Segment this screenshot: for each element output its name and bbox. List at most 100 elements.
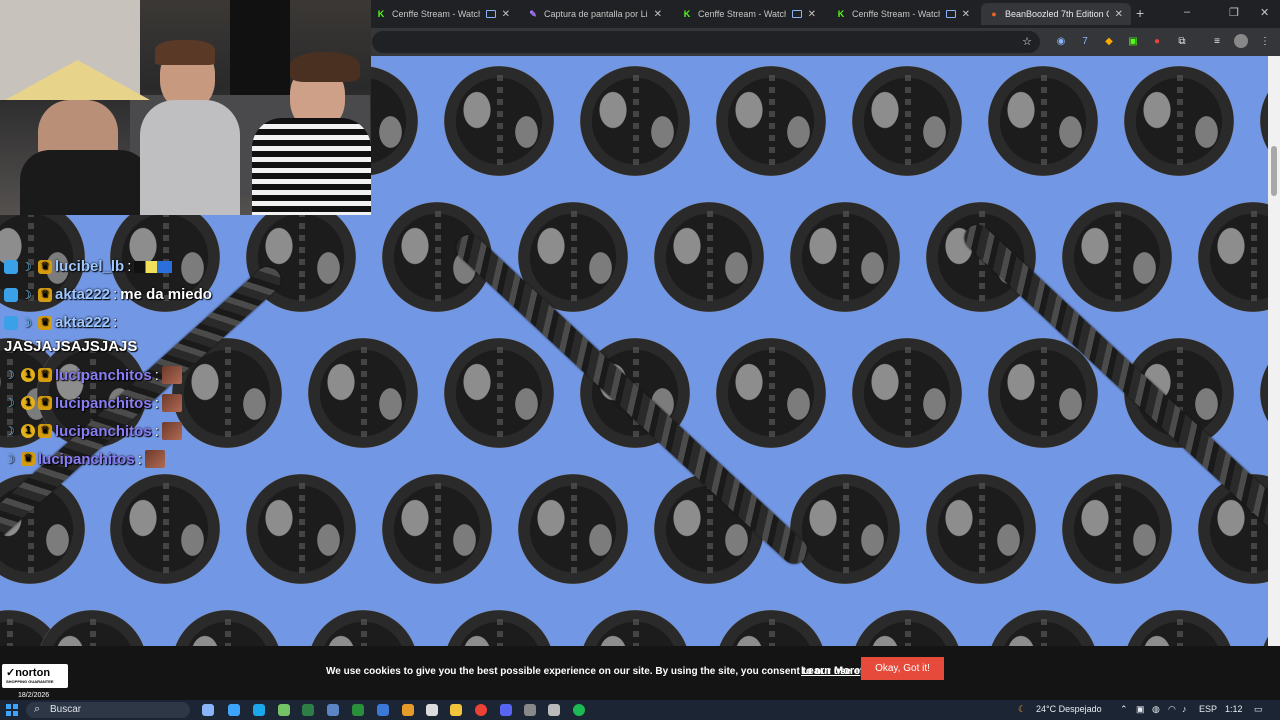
new-tab-button[interactable]: + bbox=[1136, 5, 1144, 21]
jelly-bean-pattern bbox=[654, 202, 764, 312]
accept-cookies-button[interactable]: Okay, Got it! bbox=[861, 657, 944, 680]
file-explorer-icon[interactable] bbox=[450, 704, 462, 716]
chat-emote bbox=[144, 450, 165, 468]
close-tab-icon[interactable]: ✕ bbox=[1115, 9, 1123, 20]
app-icon[interactable] bbox=[524, 704, 536, 716]
chat-username[interactable]: lucipanchitos bbox=[38, 451, 135, 468]
jelly-bean-pattern bbox=[1062, 202, 1172, 312]
chat-message: ☽ ♛ akta222 : bbox=[4, 314, 117, 331]
chat-username[interactable]: lucipanchitos bbox=[55, 367, 152, 384]
crown-badge-icon: ♛ bbox=[38, 259, 52, 274]
browser-tab[interactable]: K Cenffe Stream - Watch Liv ✕ bbox=[368, 3, 518, 25]
task-view-icon[interactable] bbox=[202, 704, 214, 716]
badge-icon bbox=[4, 259, 18, 274]
jelly-bean-pattern bbox=[444, 338, 554, 448]
extension-icon[interactable]: ● bbox=[1150, 34, 1164, 48]
chat-emote bbox=[161, 422, 182, 440]
jelly-bean-pattern bbox=[716, 338, 826, 448]
network-icon[interactable]: ◍ bbox=[1152, 704, 1160, 715]
jelly-bean-pattern bbox=[444, 66, 554, 176]
crown-badge-icon: ♛ bbox=[38, 368, 52, 382]
browser-app-icon[interactable] bbox=[253, 704, 265, 716]
leaf-badge-icon: ☽ bbox=[21, 287, 32, 302]
close-tab-icon[interactable]: ✕ bbox=[502, 9, 510, 20]
edge-icon[interactable] bbox=[228, 704, 240, 716]
norton-badge[interactable]: ✓norton SHOPPING GUARANTEE bbox=[2, 664, 68, 688]
extension-icon[interactable]: ◆ bbox=[1102, 34, 1116, 48]
badge-icon bbox=[4, 287, 18, 302]
jelly-bean-pattern bbox=[852, 66, 962, 176]
chat-username[interactable]: akta222 bbox=[55, 314, 110, 331]
jellybelly-icon: ● bbox=[991, 9, 997, 19]
chat-separator: : bbox=[113, 314, 118, 331]
chat-username[interactable]: lucibel_lb bbox=[55, 258, 124, 275]
clock[interactable]: 1:12 bbox=[1225, 704, 1243, 714]
browser-tab[interactable]: ✎ Captura de pantalla por Light ✕ bbox=[520, 3, 670, 25]
tray-chevron-icon[interactable]: ⌃ bbox=[1120, 704, 1128, 715]
jelly-bean-pattern bbox=[988, 610, 1098, 646]
app-icon[interactable] bbox=[402, 704, 414, 716]
browser-tab[interactable]: K Cenffe Stream - Watch Liv ✕ bbox=[674, 3, 824, 25]
chat-text: JASJAJSAJSJAJS bbox=[4, 338, 138, 355]
jelly-bean-pattern bbox=[1260, 66, 1268, 176]
striped-shirt bbox=[252, 118, 371, 215]
taskbar-search[interactable]: Buscar bbox=[26, 702, 190, 718]
spotify-icon[interactable] bbox=[573, 704, 585, 716]
scrollbar-thumb[interactable] bbox=[1271, 146, 1277, 196]
chat-separator: : bbox=[154, 422, 159, 440]
app-icon[interactable] bbox=[278, 704, 290, 716]
app-icon[interactable] bbox=[302, 704, 314, 716]
audio-icon bbox=[485, 10, 496, 18]
address-bar[interactable]: ☆ bbox=[372, 31, 1040, 53]
minimize-button[interactable]: – bbox=[1184, 6, 1190, 18]
close-tab-icon[interactable]: ✕ bbox=[962, 9, 970, 20]
wifi-icon[interactable]: ◠ bbox=[1168, 704, 1176, 715]
maximize-button[interactable]: ❐ bbox=[1229, 6, 1239, 19]
close-tab-icon[interactable]: ✕ bbox=[654, 9, 662, 20]
chat-message: ☽ 1 ♛ lucipanchitos : bbox=[4, 366, 182, 384]
weather-text[interactable]: 24°C Despejado bbox=[1036, 704, 1102, 714]
notification-icon[interactable]: ▭ bbox=[1254, 704, 1263, 715]
norton-date: 18/2/2026 bbox=[18, 692, 50, 699]
jelly-bean-pattern bbox=[790, 474, 900, 584]
audio-icon bbox=[791, 10, 802, 18]
app-icon[interactable] bbox=[426, 704, 438, 716]
kick-icon: K bbox=[377, 9, 385, 19]
page-scrollbar[interactable] bbox=[1268, 56, 1280, 646]
discord-icon[interactable] bbox=[500, 704, 512, 716]
extensions-puzzle-icon[interactable]: ⧉ bbox=[1175, 34, 1189, 48]
volume-icon[interactable]: ♪ bbox=[1182, 704, 1187, 714]
extension-icon[interactable]: ◉ bbox=[1054, 34, 1068, 48]
chat-username[interactable]: akta222 bbox=[55, 286, 110, 303]
chat-username[interactable]: lucipanchitos bbox=[55, 395, 152, 412]
extension-icon[interactable]: 7 bbox=[1078, 34, 1092, 48]
learn-more-link[interactable]: Learn More bbox=[801, 665, 860, 677]
close-window-button[interactable]: ✕ bbox=[1260, 6, 1269, 19]
search-icon: ⌕ bbox=[34, 703, 41, 715]
bookmark-star-icon[interactable]: ☆ bbox=[1022, 35, 1032, 48]
app-icon[interactable] bbox=[327, 704, 339, 716]
jelly-bean-pattern bbox=[382, 474, 492, 584]
jelly-bean-pattern bbox=[444, 610, 554, 646]
leaf-badge-icon: ☽ bbox=[4, 396, 15, 410]
app-icon[interactable] bbox=[377, 704, 389, 716]
app-icon[interactable] bbox=[548, 704, 560, 716]
language-indicator[interactable]: ESP bbox=[1199, 704, 1217, 714]
jelly-bean-pattern bbox=[716, 610, 826, 646]
close-tab-icon[interactable]: ✕ bbox=[808, 9, 816, 20]
browser-tab[interactable]: K Cenffe Stream - Watch Liv ✕ bbox=[828, 3, 978, 25]
tab-title: Cenffe Stream - Watch Liv bbox=[392, 9, 480, 19]
gift-badge-icon: 1 bbox=[21, 368, 35, 382]
jelly-bean-pattern bbox=[988, 338, 1098, 448]
app-icon[interactable] bbox=[352, 704, 364, 716]
profile-avatar[interactable] bbox=[1234, 34, 1248, 48]
chat-message: ☽ 1 ♛ lucipanchitos : bbox=[4, 394, 182, 412]
menu-icon[interactable]: ⋮ bbox=[1258, 34, 1272, 48]
chrome-icon[interactable] bbox=[475, 704, 487, 716]
chat-username[interactable]: lucipanchitos bbox=[55, 423, 152, 440]
extension-icon[interactable]: ▣ bbox=[1126, 34, 1140, 48]
browser-tab-active[interactable]: ● BeanBoozled 7th Edition Chal ✕ bbox=[981, 3, 1131, 25]
windows-start-button[interactable] bbox=[6, 704, 18, 716]
tray-icon[interactable]: ▣ bbox=[1136, 704, 1145, 715]
reading-list-icon[interactable]: ≡ bbox=[1210, 34, 1224, 48]
